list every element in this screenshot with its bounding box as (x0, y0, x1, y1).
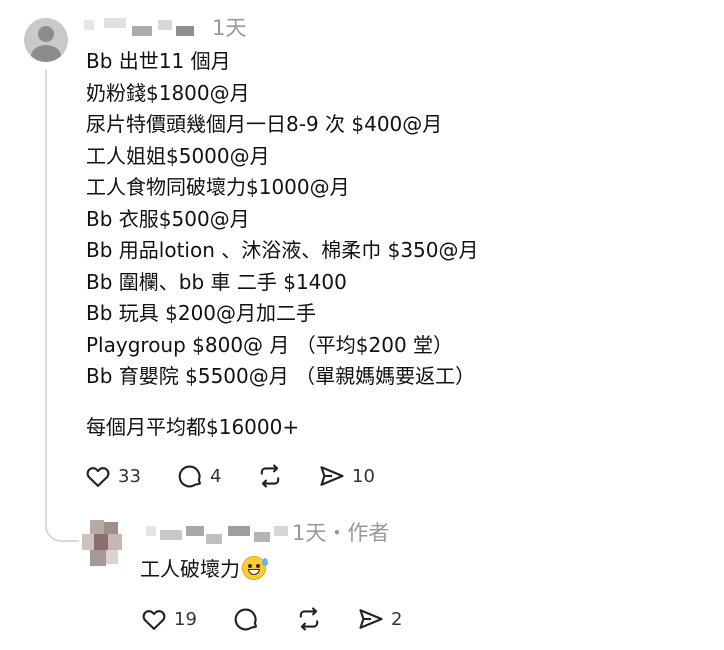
post-line: Bb 衣服$500@月 (86, 206, 250, 231)
send-icon (359, 609, 383, 629)
thread-line (45, 70, 47, 522)
heart-icon (142, 610, 166, 630)
post-line: Bb 育嬰院 $5500@月 （單親媽媽要返工） (86, 364, 476, 388)
comment-count: 4 (210, 465, 222, 487)
avatar[interactable] (24, 18, 68, 62)
reply-like-button[interactable]: 19 (140, 605, 197, 633)
comment-icon (178, 465, 201, 488)
reply-content: 工人破壞力 (140, 553, 268, 582)
post-line: 工人姐姐$5000@月 (86, 143, 270, 168)
thread-connector (45, 500, 79, 542)
reply-comment-button[interactable] (232, 605, 260, 633)
post-line: 奶粉錢$1800@月 (86, 80, 250, 105)
sweat-smile-emoji (242, 555, 268, 580)
like-count: 33 (118, 465, 141, 487)
reply-meta: 1天・作者 (292, 521, 390, 545)
repost-icon (299, 607, 319, 631)
post-line: 尿片特價頭幾個月一日8-9 次 $400@月 (86, 112, 443, 136)
send-icon (320, 466, 344, 486)
reply-like-count: 19 (174, 608, 197, 630)
comment-icon (234, 608, 257, 631)
repost-icon (260, 464, 280, 488)
reply-share-count: 2 (391, 608, 403, 630)
post-line: Playgroup $800@ 月 （平均$200 堂） (86, 332, 454, 357)
post-line: Bb 圍欄、bb 車 二手 $1400 (86, 269, 347, 294)
reply-share-button[interactable]: 2 (357, 605, 402, 633)
post-line: Bb 出世11 個月 (86, 49, 231, 73)
post-line: Bb 玩具 $200@月加二手 (86, 301, 317, 325)
post-summary: 每個月平均都$16000+ (86, 415, 300, 439)
post-line: Bb 用品lotion 、沐浴液、棉柔巾 $350@月 (86, 238, 479, 262)
heart-icon (86, 467, 110, 487)
reply-repost-button[interactable] (295, 605, 323, 633)
reply-text: 工人破壞力 (140, 557, 240, 581)
reply-username-blurred[interactable] (146, 522, 290, 544)
share-count: 10 (352, 465, 375, 487)
comment-button[interactable]: 4 (176, 462, 221, 490)
post-line: 工人食物同破壞力$1000@月 (86, 175, 350, 199)
repost-button[interactable] (256, 462, 284, 490)
username-blurred[interactable] (84, 16, 196, 38)
post-time: 1天 (212, 16, 247, 40)
reply-avatar[interactable] (82, 520, 130, 568)
share-button[interactable]: 10 (318, 462, 375, 490)
like-button[interactable]: 33 (84, 462, 141, 490)
